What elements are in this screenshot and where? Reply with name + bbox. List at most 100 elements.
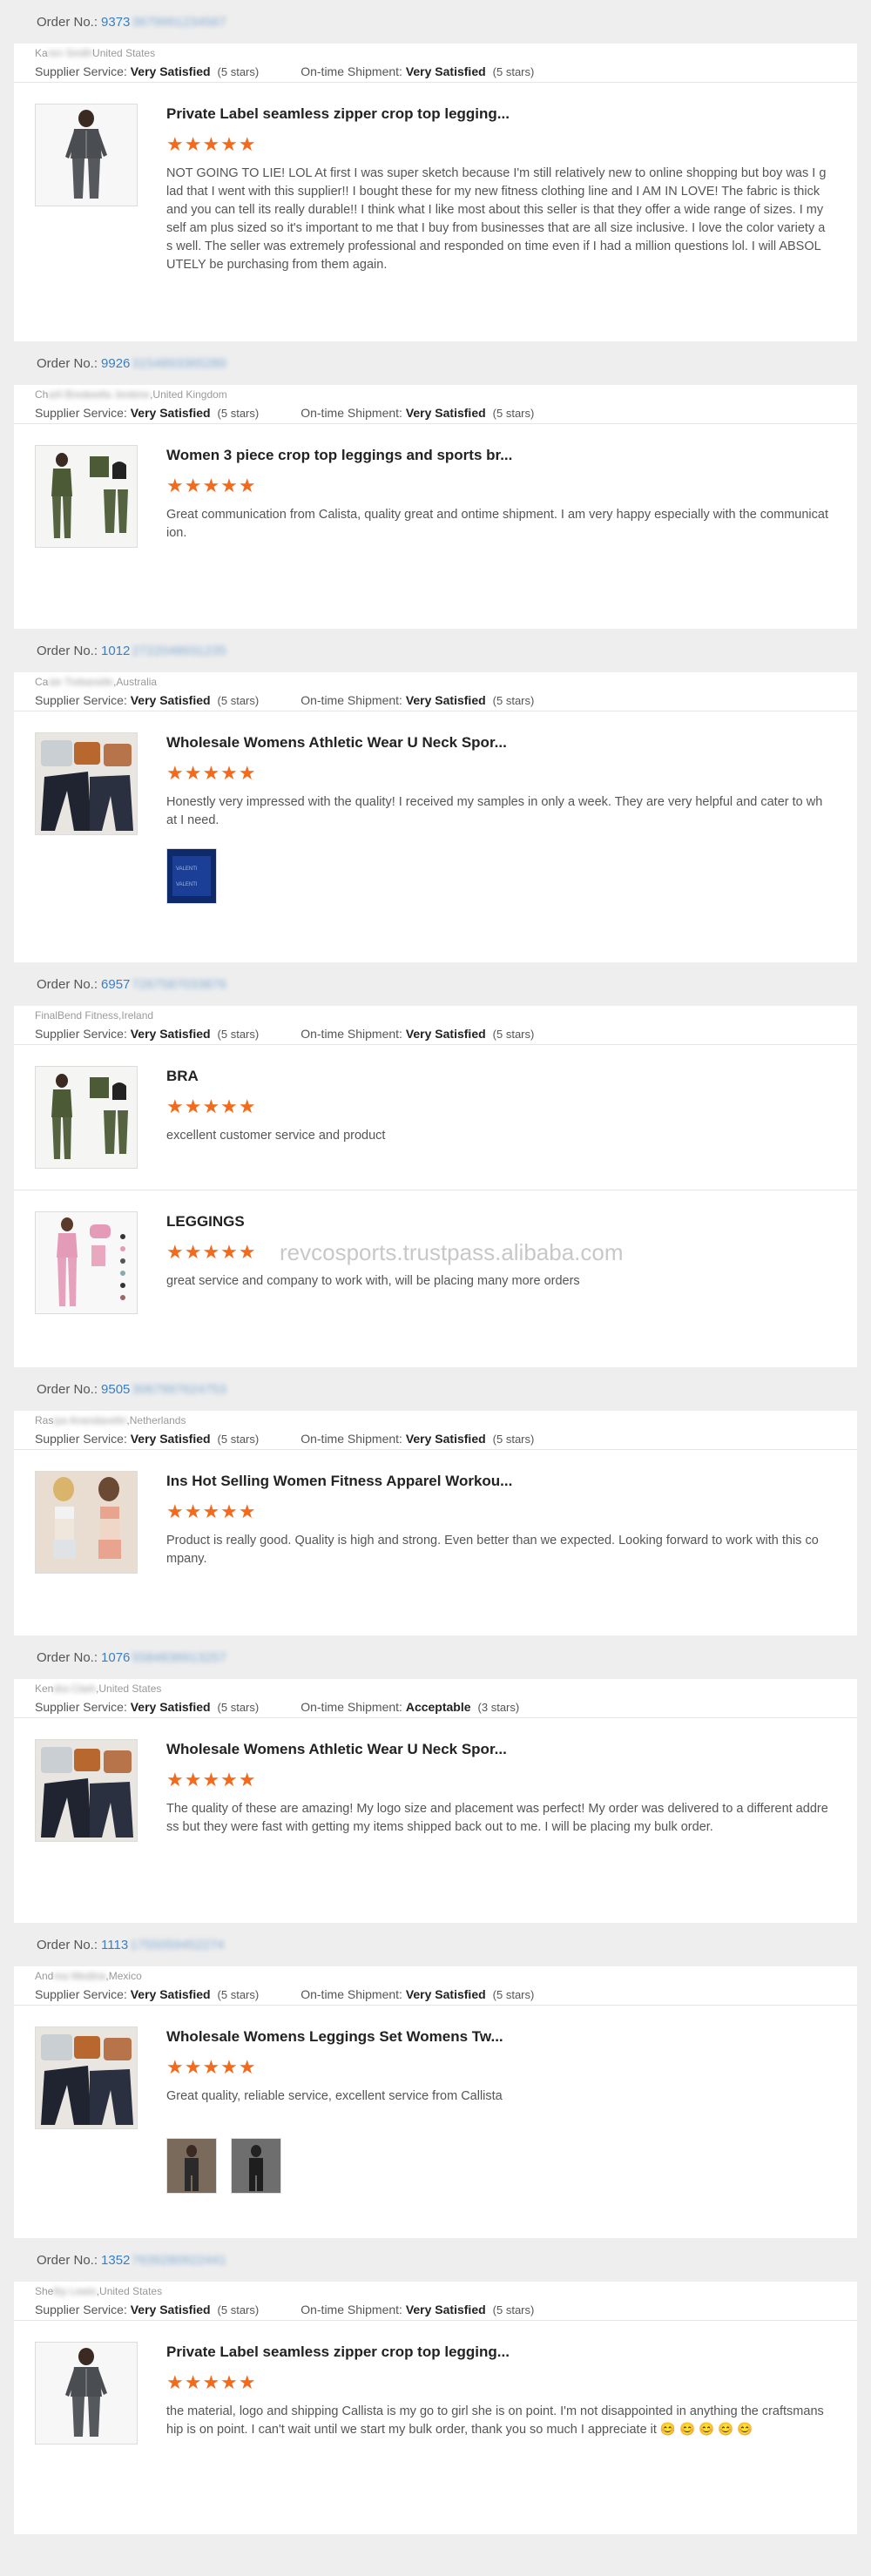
product-thumbnail[interactable]: [35, 1211, 138, 1314]
buyer-prefix: Ch: [35, 388, 49, 401]
buyer-prefix: She: [35, 2285, 54, 2297]
supplier-service-rating: Very Satisfied: [130, 1027, 211, 1041]
shipment-rating: Very Satisfied: [405, 1027, 486, 1041]
review-photo[interactable]: VALENTI VALENTI: [166, 848, 217, 904]
product-thumbnail[interactable]: [35, 1739, 138, 1842]
buyer-prefix: Ras: [35, 1414, 54, 1426]
buyer-name-country: Karen SmithUnited States: [35, 47, 857, 59]
order-no-label: Order No.:: [37, 2252, 98, 2268]
product-thumbnail[interactable]: [35, 732, 138, 835]
supplier-service-rating: Very Satisfied: [130, 1432, 211, 1446]
supplier-service-label: Supplier Service:: [35, 1027, 127, 1041]
rating-stars: ★★★★★: [166, 2371, 257, 2393]
product-title-link[interactable]: BRA: [166, 1068, 199, 1085]
order-number-hidden: 3679991234567: [132, 14, 226, 30]
product-thumbnail[interactable]: [35, 104, 138, 206]
buyer-name-country: FinalBend Fitness,Ireland: [35, 1009, 857, 1022]
buyer-info: FinalBend Fitness,Ireland Supplier Servic…: [14, 1006, 857, 1045]
buyer-info: Charli Bredwella Jenkine,United Kingdom S…: [14, 385, 857, 424]
order-number-link[interactable]: 1352: [101, 2253, 130, 2268]
order-header: Order No.: 9505 3067997624753: [14, 1367, 857, 1411]
buyer-hidden: lby Lewis: [53, 2285, 97, 2297]
product-review: Private Label seamless zipper crop top l…: [14, 83, 857, 318]
order-number-link[interactable]: 1113: [101, 1938, 128, 1952]
shipment-rating: Very Satisfied: [405, 2303, 486, 2316]
order-number-link[interactable]: 9926: [101, 356, 130, 371]
review-text: Honestly very impressed with the quality…: [166, 795, 823, 827]
buyer-name-country: Shelby Lewis,United States: [35, 2285, 857, 2297]
buyer-hidden: dra Clark: [53, 1682, 97, 1695]
product-title-link[interactable]: Private Label seamless zipper crop top l…: [166, 105, 510, 123]
order-number-link[interactable]: 9373: [101, 15, 130, 30]
supplier-service-label: Supplier Service:: [35, 1700, 127, 1714]
product-title-link[interactable]: Ins Hot Selling Women Fitness Apparel Wo…: [166, 1473, 512, 1490]
rating-stars: ★★★★★: [166, 1241, 257, 1263]
watermark-text: revcosports.trustpass.alibaba.com: [280, 1239, 624, 1265]
shipment-rating: Very Satisfied: [405, 1987, 486, 2001]
shipment-stars: (5 stars): [492, 65, 535, 78]
supplier-service-rating: Very Satisfied: [130, 2303, 211, 2316]
review-text: Product is really good. Quality is high …: [166, 1534, 819, 1566]
shipment-stars: (5 stars): [492, 694, 535, 707]
shipment-rating: Very Satisfied: [405, 693, 486, 707]
buyer-prefix: Ken: [35, 1682, 54, 1695]
order-card: Order No.: 9505 3067997624753 Rasiya Ananda…: [14, 1367, 857, 1635]
buyer-info: Kendra Clark,United States Supplier Servi…: [14, 1679, 857, 1718]
order-number-link[interactable]: 6957: [101, 977, 130, 992]
order-header: Order No.: 9926 3154893365289: [14, 341, 857, 385]
review-photo[interactable]: [166, 2138, 217, 2194]
product-title-link[interactable]: Private Label seamless zipper crop top l…: [166, 2343, 510, 2361]
rating-stars: ★★★★★: [166, 133, 257, 155]
buyer-country: ,Netherlands: [126, 1414, 186, 1426]
order-number-link[interactable]: 1012: [101, 644, 130, 658]
order-number-link[interactable]: 9505: [101, 1382, 130, 1397]
buyer-hidden: rea Medina: [53, 1970, 106, 1982]
order-number-link[interactable]: 1076: [101, 1650, 130, 1665]
supplier-service-rating: Very Satisfied: [130, 406, 211, 420]
svg-text:VALENTI: VALENTI: [176, 867, 198, 872]
order-header: Order No.: 1352 7639280922441: [14, 2238, 857, 2282]
order-card: Order No.: 9373 3679991234567 Karen SmithUn…: [14, 0, 857, 341]
product-title-link[interactable]: Wholesale Womens Athletic Wear U Neck Sp…: [166, 734, 507, 752]
supplier-service-stars: (5 stars): [217, 1701, 260, 1714]
product-thumbnail[interactable]: [35, 445, 138, 548]
review-photo[interactable]: [231, 2138, 281, 2194]
order-number-hidden: 5584836913257: [132, 1649, 226, 1665]
shipment-label: On-time Shipment:: [300, 406, 402, 420]
product-review: Wholesale Womens Athletic Wear U Neck Sp…: [14, 1718, 857, 1891]
supplier-service-stars: (5 stars): [217, 1988, 260, 2001]
supplier-service-stars: (5 stars): [217, 65, 260, 78]
product-thumbnail[interactable]: [35, 1066, 138, 1169]
product-title-link[interactable]: LEGGINGS: [166, 1213, 245, 1231]
supplier-service-rating: Very Satisfied: [130, 1987, 211, 2001]
review-text: great service and company to work with, …: [166, 1274, 580, 1288]
buyer-country: ,United States: [96, 2285, 163, 2297]
supplier-service-label: Supplier Service:: [35, 693, 127, 707]
product-title-link[interactable]: Wholesale Womens Leggings Set Womens Tw.…: [166, 2028, 503, 2046]
buyer-name-country: Kendra Clark,United States: [35, 1682, 857, 1695]
order-no-label: Order No.:: [37, 1649, 98, 1665]
shipment-label: On-time Shipment:: [300, 1027, 402, 1041]
product-thumbnail[interactable]: [35, 1471, 138, 1574]
buyer-prefix: Ka: [35, 47, 48, 59]
shipment-stars: (5 stars): [492, 407, 535, 420]
buyer-name-country: Andrea Medina,Mexico: [35, 1970, 857, 1982]
supplier-service-label: Supplier Service:: [35, 1432, 127, 1446]
order-number-hidden: 3154893365289: [132, 355, 226, 371]
order-no-label: Order No.:: [37, 1937, 98, 1952]
product-title-link[interactable]: Wholesale Womens Athletic Wear U Neck Sp…: [166, 1741, 507, 1758]
buyer-info: Andrea Medina,Mexico Supplier Service: Ve…: [14, 1966, 857, 2006]
product-title-link[interactable]: Women 3 piece crop top leggings and spor…: [166, 447, 512, 464]
product-thumbnail[interactable]: [35, 2026, 138, 2129]
service-ratings: Supplier Service: Very Satisfied (5 stars…: [35, 1432, 857, 1446]
service-ratings: Supplier Service: Very Satisfied (5 stars…: [35, 1700, 857, 1714]
service-ratings: Supplier Service: Very Satisfied (5 stars…: [35, 1027, 857, 1041]
shipment-stars: (5 stars): [492, 1433, 535, 1446]
product-review: Private Label seamless zipper crop top l…: [14, 2321, 857, 2492]
shipment-rating: Very Satisfied: [405, 406, 486, 420]
buyer-country: United States: [92, 47, 156, 59]
supplier-service-stars: (5 stars): [217, 2303, 260, 2316]
product-thumbnail[interactable]: [35, 2342, 138, 2445]
shipment-stars: (5 stars): [492, 1988, 535, 2001]
supplier-service-label: Supplier Service:: [35, 406, 127, 420]
